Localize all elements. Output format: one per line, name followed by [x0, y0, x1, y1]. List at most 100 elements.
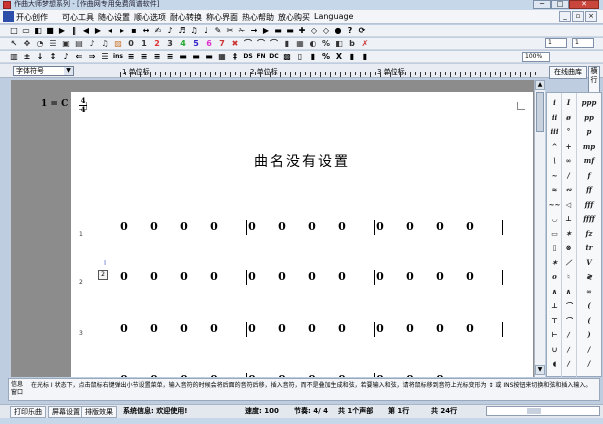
rest-note[interactable]: 0 [374, 220, 386, 233]
palette-symbol[interactable]: o [548, 271, 561, 283]
toolbar-button[interactable]: 7 [217, 39, 227, 49]
toolbar-button[interactable]: ◀ [81, 26, 91, 36]
zoom-select[interactable]: 100% [522, 52, 550, 62]
toolbar-button[interactable]: ☰ [100, 52, 110, 62]
layout-effect-button[interactable]: 排版效果 [81, 406, 117, 418]
hscroll-thumb[interactable] [527, 408, 541, 414]
palette-symbol[interactable]: ∧ [562, 286, 575, 298]
palette-symbol[interactable]: ⟋ [562, 257, 575, 269]
toolbar-button[interactable]: ♪ [165, 26, 175, 36]
toolbar-button[interactable]: ≡ [139, 52, 149, 62]
scroll-thumb[interactable] [536, 92, 544, 132]
rest-note[interactable]: 0 [178, 220, 190, 233]
rest-note[interactable]: 0 [148, 322, 160, 335]
toolbar-button[interactable]: ♬ [177, 26, 187, 36]
toolbar-button[interactable]: 6 [204, 39, 214, 49]
toolbar-button[interactable]: ✁ [237, 26, 247, 36]
palette-symbol[interactable]: mf [577, 155, 601, 167]
palette-symbol[interactable]: ⊤ [548, 315, 561, 327]
palette-symbol[interactable]: ⊥ [562, 213, 575, 225]
rest-note[interactable]: 0 [464, 270, 476, 283]
rest-note[interactable]: 0 [276, 220, 288, 233]
toolbar-button[interactable]: ▥ [9, 52, 19, 62]
palette-symbol[interactable]: ) [577, 329, 601, 341]
menu-language[interactable]: Language [314, 12, 353, 21]
rest-note[interactable]: 0 [118, 220, 130, 233]
toolbar-button[interactable]: ▯ [295, 52, 305, 62]
scroll-up-icon[interactable]: ▲ [535, 80, 545, 90]
toolbar-button[interactable]: ■ [45, 26, 55, 36]
toolbar-button[interactable]: ▬ [285, 26, 295, 36]
toolbar-button[interactable]: 3 [165, 39, 175, 49]
palette-symbol[interactable]: / [577, 358, 601, 370]
rest-note[interactable]: 0 [434, 373, 446, 377]
toolbar-button[interactable]: ⇐ [74, 52, 84, 62]
toolbar-button[interactable]: ⟳ [357, 26, 367, 36]
palette-symbol[interactable]: i [548, 97, 561, 109]
toolbar-button[interactable]: ▮ [308, 52, 318, 62]
toolbar-button[interactable]: ☰ [48, 39, 58, 49]
palette-symbol[interactable]: fff [577, 199, 601, 211]
toolbar-button[interactable]: ♪ [61, 52, 71, 62]
toolbar-button[interactable]: ◧ [33, 26, 43, 36]
palette-symbol[interactable]: fz [577, 228, 601, 240]
rest-note[interactable]: 0 [148, 270, 160, 283]
palette-symbol[interactable]: ∕ [562, 329, 575, 341]
toolbar-button[interactable]: ◇ [309, 26, 319, 36]
toolbar-button[interactable]: ≡ [152, 52, 162, 62]
toolbar-button[interactable]: ▦ [295, 39, 305, 49]
palette-symbol[interactable]: ∞ [562, 155, 575, 167]
rest-note[interactable]: 0 [276, 270, 288, 283]
toolbar-button[interactable]: ✚ [297, 26, 307, 36]
toolbar-button[interactable]: DC [269, 52, 279, 62]
toolbar-button[interactable]: ▶ [261, 26, 271, 36]
toolbar-button[interactable]: 5 [191, 39, 201, 49]
toolbar-button[interactable]: ● [333, 26, 343, 36]
palette-symbol[interactable]: ∧ [548, 286, 561, 298]
toolbar-button[interactable]: □ [9, 26, 19, 36]
palette-symbol[interactable]: ⊢ [548, 329, 561, 341]
rest-note[interactable]: 0 [246, 322, 258, 335]
menu-options[interactable]: 顺心选项 [134, 12, 166, 23]
toolbar-button[interactable]: ▨ [113, 39, 123, 49]
toolbar-button[interactable]: ↓ [35, 52, 45, 62]
rest-note[interactable]: 0 [178, 373, 190, 377]
toolbar-button[interactable]: ▸ [117, 26, 127, 36]
menu-purchase[interactable]: 放心购买 [278, 12, 310, 23]
palette-symbol[interactable]: \ [548, 155, 561, 167]
toolbar-button[interactable]: ▬ [178, 52, 188, 62]
toolbar-button[interactable]: ✂ [225, 26, 235, 36]
palette-symbol[interactable]: ∕ [562, 344, 575, 356]
rest-note[interactable]: 0 [434, 322, 446, 335]
child-restore-button[interactable]: ▫ [572, 11, 584, 22]
palette-symbol[interactable]: V [577, 257, 601, 269]
toolbar-button[interactable]: ‖ [69, 26, 79, 36]
rest-note[interactable]: 0 [208, 270, 220, 283]
time-signature[interactable]: 4 4 [79, 97, 87, 114]
menu-settings[interactable]: 随心设置 [98, 12, 130, 23]
rest-note[interactable]: 0 [374, 270, 386, 283]
toolbar-button[interactable]: ◐ [308, 39, 318, 49]
toolbar-button[interactable]: ♫ [189, 26, 199, 36]
palette-symbol[interactable]: ° [562, 126, 575, 138]
rest-note[interactable]: 0 [404, 270, 416, 283]
toolbar-button[interactable]: ≡ [126, 52, 136, 62]
palette-symbol[interactable]: ◡ [548, 213, 561, 225]
rest-note[interactable]: 0 [306, 270, 318, 283]
toolbar-button[interactable]: ♩ [201, 26, 211, 36]
palette-symbol[interactable]: ◁ [562, 199, 575, 211]
palette-symbol[interactable]: ~ [548, 170, 561, 182]
rest-note[interactable]: 0 [246, 373, 258, 377]
toolbar-button[interactable]: FN [256, 52, 266, 62]
beat-field[interactable]: 1 [572, 38, 594, 48]
toolbar-button[interactable]: ↖ [9, 39, 19, 49]
toolbar-button[interactable]: ▬ [191, 52, 201, 62]
palette-symbol[interactable]: ( [577, 300, 601, 312]
palette-symbol[interactable]: ffff [577, 213, 601, 225]
toolbar-button[interactable]: ‡ [230, 52, 240, 62]
toolbar-button[interactable]: 2 [152, 39, 162, 49]
palette-symbol[interactable]: ppp [577, 97, 601, 109]
palette-symbol[interactable]: ▯ [548, 242, 561, 254]
palette-symbol[interactable]: ⌒ [562, 300, 575, 312]
rest-note[interactable]: 0 [434, 270, 446, 283]
